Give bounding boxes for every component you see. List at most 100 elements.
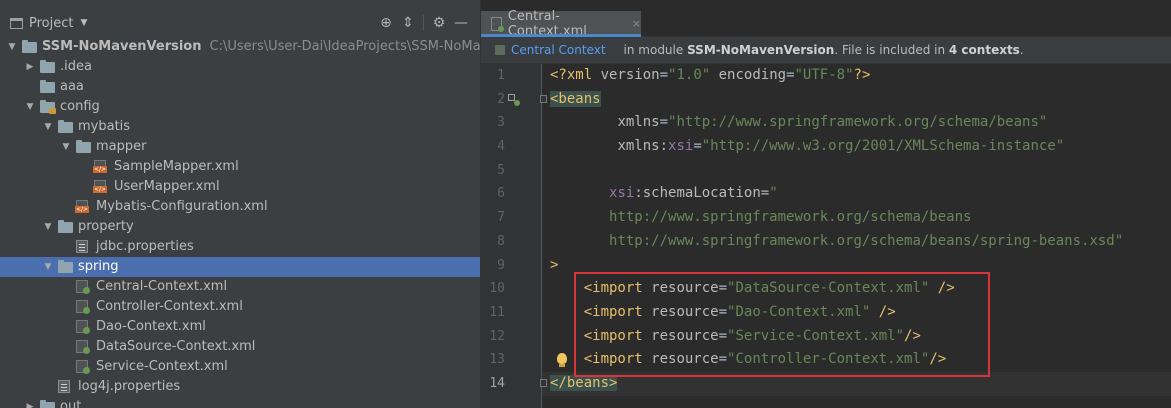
chevron-down-icon[interactable]: ▼ — [42, 217, 54, 237]
tree-item-label: Dao-Context.xml — [96, 317, 206, 337]
code-line[interactable]: 8 http://www.springframework.org/schema/… — [481, 230, 1171, 254]
tree-item-log4j-properties[interactable]: log4j.properties — [0, 377, 480, 397]
line-number: 3 — [497, 115, 505, 131]
tree-item-name: SSM-NoMavenVersion — [42, 39, 202, 54]
tree-item-jdbc-properties[interactable]: jdbc.properties — [0, 237, 480, 257]
chevron-down-icon[interactable]: ▼ — [42, 257, 54, 277]
tree-item-name: DataSource-Context.xml — [96, 339, 256, 354]
xml-file-icon: </> — [93, 160, 108, 173]
code-line[interactable]: 1 <?xml version="1.0" encoding="UTF-8"?> — [481, 64, 1171, 88]
chevron-down-icon[interactable]: ▼ — [60, 137, 72, 157]
tree-item-dao-context-xml[interactable]: Dao-Context.xml — [0, 317, 480, 337]
tree-item-samplemapper-xml[interactable]: </> SampleMapper.xml — [0, 157, 480, 177]
tree-item-name: Service-Context.xml — [96, 359, 228, 374]
tree-item-spring[interactable]: ▼ spring — [0, 257, 480, 277]
line-number: 7 — [497, 210, 505, 226]
tree-item-name: jdbc.properties — [96, 239, 194, 254]
chevron-down-icon[interactable]: ▼ — [24, 97, 36, 117]
tree-item-idea[interactable]: ▶ .idea — [0, 57, 480, 77]
tree-item-label: Service-Context.xml — [96, 357, 228, 377]
project-panel: Project ▼ ⊕ ⇕ ⚙ — ▼ SSM-NoMavenVersion C:\… — [0, 0, 480, 408]
context-info-text: in module SSM-NoMavenVersion. File is in… — [624, 43, 1024, 57]
xml-file-icon: </> — [75, 200, 90, 213]
tree-item-aaa[interactable]: aaa — [0, 77, 480, 97]
tree-item-config[interactable]: ▼ config — [0, 97, 480, 117]
editor-tab-bar: Central-Context.xml × — [481, 8, 1171, 39]
hide-panel-icon[interactable]: — — [450, 12, 472, 34]
tree-item-property[interactable]: ▼ property — [0, 217, 480, 237]
code-line[interactable]: 6 xsi:schemaLocation=" — [481, 182, 1171, 206]
spring-xml-file-icon — [76, 300, 90, 314]
import-highlight-box — [574, 272, 990, 377]
tree-item-mybatis-configuration-xml[interactable]: </> Mybatis-Configuration.xml — [0, 197, 480, 217]
info-suffix: . — [1019, 43, 1024, 57]
folder-icon — [22, 40, 37, 53]
code-token: " — [769, 185, 778, 202]
code-text: xmlns="http://www.springframework.org/sc… — [550, 111, 1047, 135]
project-tree: ▼ SSM-NoMavenVersion C:\Users\User-Dai\Ide… — [0, 37, 480, 408]
tree-item-mybatis[interactable]: ▼ mybatis — [0, 117, 480, 137]
code-line[interactable]: 4 xmlns:xsi="http://www.w3.org/2001/XMLS… — [481, 135, 1171, 159]
folder-icon — [40, 400, 55, 408]
chevron-down-icon[interactable]: ▼ — [42, 117, 54, 137]
gear-icon[interactable]: ⚙ — [428, 12, 450, 34]
line-number: 8 — [497, 233, 505, 249]
tree-item-name: .idea — [60, 59, 92, 74]
properties-file-icon — [76, 240, 88, 253]
tree-item-central-context-xml[interactable]: Central-Context.xml — [0, 277, 480, 297]
code-token: http://www.springframework.org/schema/be… — [609, 232, 1124, 249]
tree-item-label: config — [60, 97, 100, 117]
chevron-down-icon[interactable]: ▼ — [6, 37, 18, 57]
chevron-right-icon[interactable]: ▶ — [24, 397, 36, 408]
tree-item-name: out — [60, 399, 82, 408]
line-number: 4 — [497, 139, 505, 155]
collapse-all-icon[interactable]: ⇕ — [397, 12, 419, 34]
project-toolbar: Project ▼ ⊕ ⇕ ⚙ — — [0, 11, 480, 35]
properties-file-icon — [58, 380, 70, 393]
tab-central-context[interactable]: Central-Context.xml × — [481, 8, 641, 39]
chevron-right-icon[interactable]: ▶ — [24, 57, 36, 77]
tree-item-name: SampleMapper.xml — [114, 159, 239, 174]
tree-item-usermapper-xml[interactable]: </> UserMapper.xml — [0, 177, 480, 197]
code-line[interactable]: 5 — [481, 159, 1171, 183]
code-line[interactable]: 7 http://www.springframework.org/schema/… — [481, 206, 1171, 230]
tree-item-controller-context-xml[interactable]: Controller-Context.xml — [0, 297, 480, 317]
line-number: 13 — [489, 352, 505, 368]
code-token: version — [600, 67, 660, 83]
tree-item-service-context-xml[interactable]: Service-Context.xml — [0, 357, 480, 377]
code-token: = — [786, 67, 795, 83]
tree-item-name: mapper — [96, 139, 147, 154]
code-line[interactable]: 3 xmlns="http://www.springframework.org/… — [481, 111, 1171, 135]
fold-marker-icon[interactable] — [540, 378, 547, 387]
spring-bean-gutter-icon[interactable] — [508, 93, 520, 106]
tree-item-datasource-context-xml[interactable]: DataSource-Context.xml — [0, 337, 480, 357]
fold-marker-icon[interactable] — [540, 94, 547, 103]
tree-item-mapper[interactable]: ▼ mapper — [0, 137, 480, 157]
central-context-link[interactable]: Central Context — [495, 43, 606, 57]
code-line[interactable]: 2 <beans — [481, 88, 1171, 112]
project-panel-title: Project — [29, 15, 74, 31]
line-number: 11 — [489, 304, 505, 320]
folder-icon — [40, 80, 55, 93]
spring-xml-file-icon — [76, 360, 90, 374]
spring-xml-file-icon — [491, 16, 504, 32]
code-token: <beans — [550, 90, 601, 107]
code-token: "http://www.springframework.org/schema/b… — [668, 114, 1048, 131]
line-number: 5 — [497, 162, 505, 178]
tree-item-ssm-nomavenversion[interactable]: ▼ SSM-NoMavenVersion C:\Users\User-Dai\Ide… — [0, 37, 480, 57]
tab-label: Central-Context.xml — [507, 8, 587, 39]
project-view-selector[interactable]: Project ▼ — [10, 16, 87, 31]
locate-file-icon[interactable]: ⊕ — [375, 12, 397, 34]
tree-item-label: SampleMapper.xml — [114, 157, 239, 177]
tree-item-label: Central-Context.xml — [96, 277, 227, 297]
chevron-down-icon: ▼ — [80, 18, 88, 28]
tree-item-out[interactable]: ▶ out — [0, 397, 480, 408]
code-text: <?xml version="1.0" encoding="UTF-8"?> — [550, 64, 870, 88]
code-token: ?> — [853, 67, 871, 83]
line-number: 14 — [489, 375, 505, 391]
close-icon[interactable]: × — [632, 17, 641, 30]
tree-item-label: log4j.properties — [78, 377, 180, 397]
